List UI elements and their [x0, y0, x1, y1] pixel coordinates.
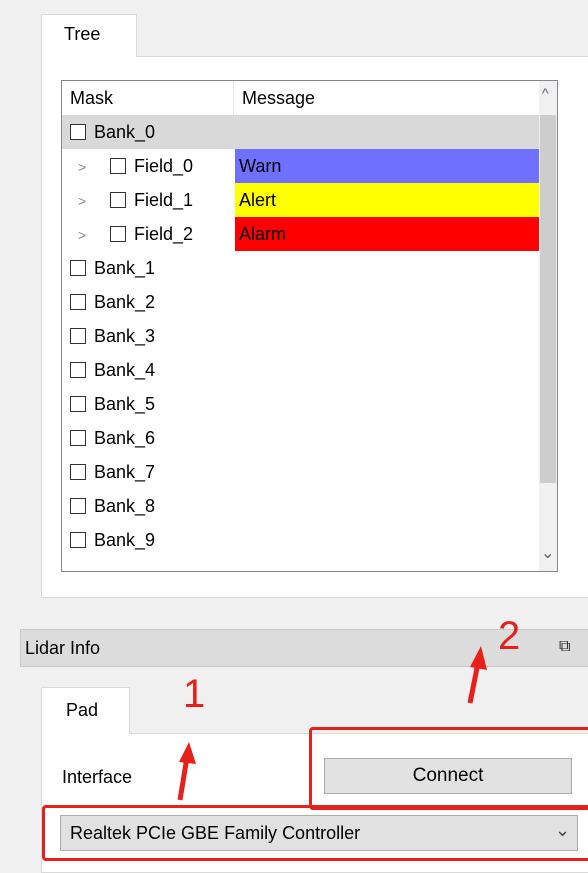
- mask-checkbox[interactable]: [70, 430, 86, 446]
- scrollbar-thumb[interactable]: [540, 115, 556, 483]
- tree-row-bank[interactable]: Bank_0: [62, 115, 539, 149]
- tree-scrollbar[interactable]: ^ ⌄: [539, 81, 557, 571]
- tree-row-bank[interactable]: Bank_4: [62, 353, 539, 387]
- mask-checkbox[interactable]: [70, 328, 86, 344]
- table-header: Mask Message: [62, 81, 539, 115]
- chevron-right-icon[interactable]: >: [78, 218, 86, 252]
- tree-row-bank[interactable]: Bank_9: [62, 523, 539, 557]
- tree-row-label: Bank_5: [94, 394, 156, 414]
- tree-row-bank[interactable]: Bank_8: [62, 489, 539, 523]
- scroll-down-icon[interactable]: ⌄: [541, 543, 554, 563]
- interface-label: Interface: [62, 767, 133, 787]
- mask-checkbox[interactable]: [70, 464, 86, 480]
- mask-checkbox[interactable]: [70, 532, 86, 548]
- tree-row-label: Bank_4: [94, 360, 156, 380]
- tab-pad[interactable]: Pad: [41, 687, 130, 734]
- tree-row-field[interactable]: > Field_0 Warn: [62, 149, 539, 183]
- mask-checkbox[interactable]: [110, 192, 126, 208]
- message-cell: Alarm: [235, 217, 539, 251]
- tab-pad-label: Pad: [66, 700, 99, 720]
- column-header-mask[interactable]: Mask: [62, 81, 234, 115]
- tab-tree[interactable]: Tree: [41, 14, 137, 57]
- float-window-icon[interactable]: ⧉: [559, 638, 570, 656]
- tree-row-field[interactable]: > Field_2 Alarm: [62, 217, 539, 251]
- mask-checkbox[interactable]: [70, 260, 86, 276]
- chevron-right-icon[interactable]: >: [78, 184, 86, 218]
- scroll-up-icon[interactable]: ^: [542, 85, 549, 101]
- tree-row-label: Bank_7: [94, 462, 156, 482]
- tree-row-bank[interactable]: Bank_2: [62, 285, 539, 319]
- tab-tree-label: Tree: [64, 24, 101, 44]
- tree-row-label: Field_0: [134, 156, 194, 176]
- mask-checkbox[interactable]: [70, 498, 86, 514]
- tree-rows: Bank_0 > Field_0 Warn > Field_1 Alert > Field_2 A…: [62, 115, 539, 571]
- chevron-right-icon[interactable]: >: [78, 150, 86, 184]
- tree-row-label: Bank_8: [94, 496, 156, 516]
- message-cell: Warn: [235, 149, 539, 183]
- tree-row-label: Field_2: [134, 224, 194, 244]
- mask-checkbox[interactable]: [70, 294, 86, 310]
- highlight-connect: [309, 727, 588, 810]
- lidar-info-title: Lidar Info: [25, 638, 101, 658]
- column-header-message[interactable]: Message: [234, 81, 539, 115]
- tree-row-label: Field_1: [134, 190, 194, 210]
- tree-row-label: Bank_3: [94, 326, 156, 346]
- tree-row-bank[interactable]: Bank_5: [62, 387, 539, 421]
- annotation-number-one: 1: [183, 672, 206, 716]
- message-cell: Alert: [235, 183, 539, 217]
- mask-checkbox[interactable]: [110, 226, 126, 242]
- tree-row-label: Bank_1: [94, 258, 156, 278]
- tree-row-label: Bank_2: [94, 292, 156, 312]
- mask-checkbox[interactable]: [70, 396, 86, 412]
- mask-checkbox[interactable]: [70, 362, 86, 378]
- tree-row-bank[interactable]: Bank_6: [62, 421, 539, 455]
- mask-checkbox[interactable]: [110, 158, 126, 174]
- tree-row-bank[interactable]: Bank_7: [62, 455, 539, 489]
- annotation-number-two: 2: [498, 614, 521, 658]
- highlight-interface-select: [42, 805, 588, 861]
- tree-row-bank[interactable]: Bank_3: [62, 319, 539, 353]
- tree-row-bank[interactable]: Bank_1: [62, 251, 539, 285]
- tree-row-label: Bank_0: [94, 122, 156, 142]
- tree-row-label: Bank_9: [94, 530, 156, 550]
- mask-checkbox[interactable]: [70, 124, 86, 140]
- tree-row-label: Bank_6: [94, 428, 156, 448]
- tree-row-field[interactable]: > Field_1 Alert: [62, 183, 539, 217]
